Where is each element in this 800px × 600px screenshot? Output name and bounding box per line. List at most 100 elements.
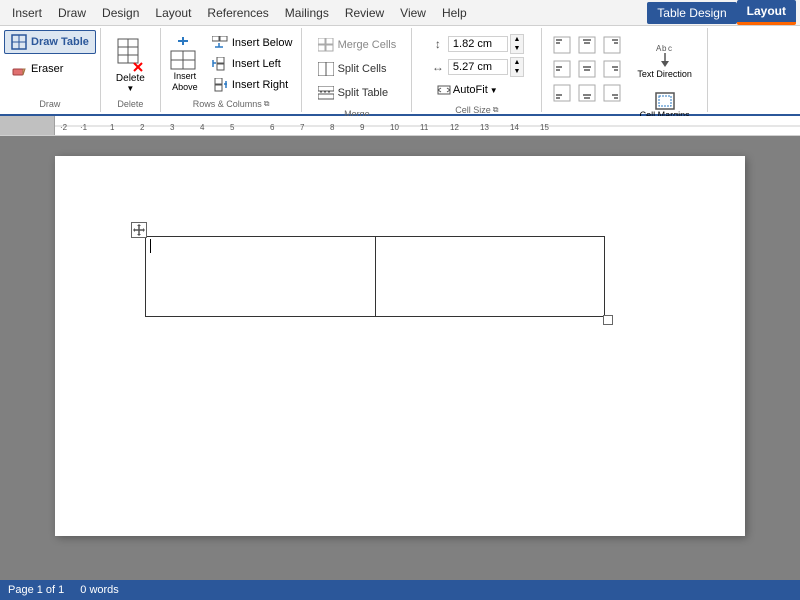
split-table-icon	[318, 86, 334, 100]
insert-right-button[interactable]: Insert Right	[207, 75, 298, 95]
cell-width-input[interactable]	[448, 59, 508, 75]
cell-size-expand-icon[interactable]: ⧉	[493, 105, 499, 115]
svg-text:c: c	[668, 44, 672, 53]
menu-help[interactable]: Help	[434, 2, 475, 24]
word-count: 0 words	[80, 584, 119, 596]
align-bottom-left-button[interactable]	[550, 82, 574, 104]
document-area	[0, 136, 800, 600]
menu-bar: Insert Draw Design Layout References Mai…	[0, 0, 800, 26]
align-top-left-button[interactable]	[550, 34, 574, 56]
merge-cells-button[interactable]: Merge Cells	[311, 34, 404, 56]
svg-text:·1: ·1	[80, 123, 88, 132]
cell-width-down[interactable]: ▼	[511, 67, 523, 76]
align-middle-center-button[interactable]	[575, 58, 599, 80]
text-direction-icon: A b c	[654, 39, 676, 69]
draw-table-button[interactable]: Draw Table	[4, 30, 96, 54]
menu-layout[interactable]: Layout	[147, 2, 199, 24]
menu-insert[interactable]: Insert	[4, 2, 50, 24]
align-bottom-right-icon	[603, 84, 621, 102]
status-bar: Page 1 of 1 0 words	[0, 580, 800, 600]
cell-margins-icon	[654, 91, 676, 111]
align-middle-right-button[interactable]	[600, 58, 624, 80]
document-table[interactable]	[145, 236, 605, 317]
alignment-row-top	[550, 34, 624, 56]
ribbon-content: Draw Table Eraser Draw	[0, 26, 800, 114]
cell-height-down[interactable]: ▼	[511, 44, 523, 53]
svg-text:4: 4	[200, 123, 205, 132]
svg-text:b: b	[662, 44, 667, 53]
svg-text:13: 13	[480, 123, 489, 132]
cell-width-up[interactable]: ▲	[511, 58, 523, 67]
insert-left-icon	[212, 57, 228, 71]
split-cells-button[interactable]: Split Cells	[311, 58, 394, 80]
insert-below-button[interactable]: Insert Below	[207, 33, 298, 53]
delete-icon	[116, 35, 144, 73]
svg-text:9: 9	[360, 123, 365, 132]
align-top-right-icon	[603, 36, 621, 54]
insert-below-label: Insert Below	[232, 37, 293, 49]
cell-height-input[interactable]	[448, 36, 508, 52]
table-cell-0-1[interactable]	[375, 237, 605, 317]
text-direction-button[interactable]: A b c Text Direction	[630, 34, 699, 84]
eraser-icon	[11, 61, 27, 77]
ribbon-group-delete: Delete ▼ Delete	[101, 28, 161, 112]
cell-height-row: ↕ ▲ ▼	[430, 34, 524, 54]
cell-height-icon: ↕	[430, 37, 446, 51]
svg-text:14: 14	[510, 123, 519, 132]
merge-cells-icon	[318, 38, 334, 52]
table-cell-0-0[interactable]	[146, 237, 376, 317]
menu-mailings[interactable]: Mailings	[277, 2, 337, 24]
text-direction-label: Text Direction	[637, 69, 692, 79]
split-table-button[interactable]: Split Table	[311, 82, 396, 104]
align-top-center-button[interactable]	[575, 34, 599, 56]
move-icon	[133, 224, 145, 236]
insert-right-icon	[212, 78, 228, 92]
svg-text:5: 5	[230, 123, 235, 132]
menu-design[interactable]: Design	[94, 2, 147, 24]
menu-draw[interactable]: Draw	[50, 2, 94, 24]
svg-text:12: 12	[450, 123, 459, 132]
insert-above-icon	[170, 35, 200, 71]
insert-left-button[interactable]: Insert Left	[207, 54, 298, 74]
ribbon-group-merge: Merge Cells Split Cells	[302, 28, 412, 112]
page-info: Page 1 of 1	[8, 584, 64, 596]
svg-text:6: 6	[270, 123, 275, 132]
insert-left-label: Insert Left	[232, 58, 281, 70]
svg-text:2: 2	[140, 123, 145, 132]
eraser-button[interactable]: Eraser	[4, 57, 96, 81]
align-bottom-center-button[interactable]	[575, 82, 599, 104]
split-table-label: Split Table	[338, 87, 389, 99]
cell-width-icon: ↔	[430, 60, 446, 74]
merge-cells-label: Merge Cells	[338, 39, 397, 51]
pencil-table-icon	[11, 34, 27, 50]
align-middle-left-button[interactable]	[550, 58, 574, 80]
cell-width-spinner: ▲ ▼	[510, 57, 524, 77]
svg-text:·2: ·2	[60, 123, 68, 132]
cell-height-up[interactable]: ▲	[511, 35, 523, 44]
cell-width-row: ↔ ▲ ▼	[430, 57, 524, 77]
autofit-dropdown-icon[interactable]: ▼	[490, 86, 498, 95]
table-resize-handle[interactable]	[603, 315, 613, 325]
draw-group-label: Draw	[39, 99, 60, 109]
insert-above-button[interactable]: InsertAbove	[165, 30, 205, 98]
ruler: ·2 ·1 1 2 3 4 5 6 7 8 9 10 11 12 13 14 1…	[0, 116, 800, 136]
delete-button[interactable]: Delete ▼	[107, 30, 154, 98]
align-top-right-button[interactable]	[600, 34, 624, 56]
tab-layout[interactable]: Layout	[737, 0, 796, 25]
svg-text:8: 8	[330, 123, 335, 132]
ribbon-group-draw: Draw Table Eraser Draw	[0, 28, 101, 112]
rows-columns-label: Rows & Columns	[193, 99, 262, 109]
menu-view[interactable]: View	[392, 2, 434, 24]
ruler-main: ·2 ·1 1 2 3 4 5 6 7 8 9 10 11 12 13 14 1…	[55, 116, 800, 135]
menu-references[interactable]: References	[199, 2, 276, 24]
autofit-button[interactable]: AutoFit ▼	[430, 80, 505, 100]
ribbon-group-cell-size: ↕ ▲ ▼ ↔ ▲ ▼	[412, 28, 542, 112]
rows-columns-expand-icon[interactable]: ⧉	[264, 99, 270, 109]
cell-height-spinner: ▲ ▼	[510, 34, 524, 54]
align-middle-right-icon	[603, 60, 621, 78]
tab-table-design[interactable]: Table Design	[647, 2, 736, 24]
menu-review[interactable]: Review	[337, 2, 392, 24]
align-bottom-left-icon	[553, 84, 571, 102]
align-bottom-right-button[interactable]	[600, 82, 624, 104]
table-move-handle[interactable]	[131, 222, 147, 238]
